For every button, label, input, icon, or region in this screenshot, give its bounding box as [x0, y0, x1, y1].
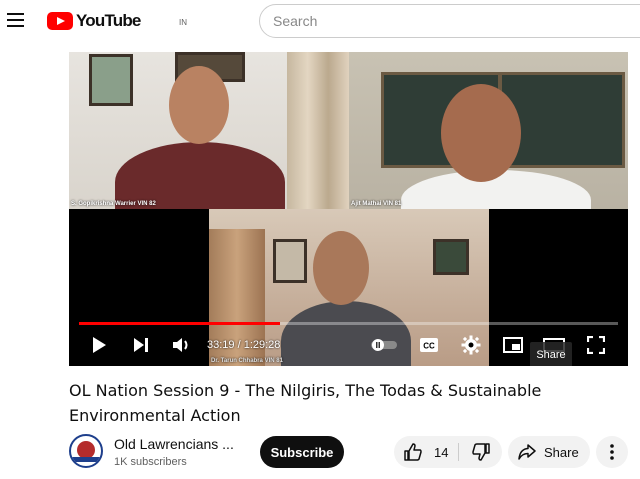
time-display: 33:19 / 1:29:28 — [207, 339, 280, 351]
share-label: Share — [544, 444, 579, 460]
avatar-band — [71, 457, 101, 462]
country-code: IN — [179, 18, 187, 27]
channel-name[interactable]: Old Lawrencians ... — [114, 436, 234, 452]
play-button[interactable] — [87, 334, 111, 356]
youtube-play-icon — [47, 12, 73, 30]
autoplay-toggle[interactable] — [369, 334, 399, 356]
participant-body — [115, 142, 285, 209]
youtube-logo[interactable]: YouTube IN — [47, 11, 187, 33]
participant-tile: S. Gopikrishna Warrier VIN 82 — [69, 52, 349, 209]
next-button[interactable] — [129, 334, 153, 356]
search-input[interactable]: Search — [259, 4, 640, 38]
share-button[interactable]: Share — [508, 436, 590, 468]
share-tooltip: Share — [530, 342, 572, 366]
autoplay-toggle-icon — [371, 339, 397, 351]
dislike-button[interactable] — [460, 436, 502, 468]
duration: 1:29:28 — [243, 339, 281, 351]
participant-caption: Ajit Mathai VIN 81 — [351, 201, 402, 207]
participant-head — [313, 231, 369, 305]
volume-button[interactable] — [170, 334, 194, 356]
more-vertical-icon — [610, 444, 614, 460]
wall-picture — [273, 239, 307, 283]
like-divider — [458, 443, 459, 461]
like-dislike-group: 14 — [394, 436, 502, 468]
time-separator: / — [234, 339, 244, 351]
more-actions-button[interactable] — [596, 436, 628, 468]
subscriber-count: 1K subscribers — [114, 456, 187, 468]
participant-caption: Dr. Tarun Chhabra VIN 81 — [211, 358, 283, 364]
participant-head — [169, 66, 229, 144]
video-title: OL Nation Session 9 - The Nilgiris, The … — [69, 381, 542, 425]
fullscreen-button[interactable] — [584, 334, 608, 356]
miniplayer-button[interactable] — [501, 334, 525, 356]
top-bar: YouTube IN Search — [0, 0, 640, 44]
current-time: 33:19 — [207, 339, 235, 351]
curtain — [287, 52, 349, 209]
settings-button[interactable] — [459, 334, 483, 356]
fullscreen-icon — [587, 336, 605, 354]
skip-next-icon — [134, 338, 148, 352]
progress-bar[interactable] — [79, 322, 618, 325]
progress-played — [79, 322, 280, 325]
play-icon — [93, 337, 106, 353]
participant-tile: Ajit Mathai VIN 81 — [349, 52, 628, 209]
subscribe-button[interactable]: Subscribe — [260, 436, 344, 468]
thumbs-up-icon — [404, 443, 422, 461]
thumbs-down-icon — [472, 443, 490, 461]
participant-head — [441, 84, 521, 182]
search-placeholder: Search — [273, 13, 318, 29]
wall-picture — [433, 239, 469, 275]
channel-avatar[interactable] — [69, 434, 103, 468]
share-icon — [518, 444, 536, 460]
video-player[interactable]: S. Gopikrishna Warrier VIN 82 Ajit Matha… — [69, 52, 628, 366]
participant-caption: S. Gopikrishna Warrier VIN 82 — [71, 201, 156, 207]
logo-text: YouTube — [76, 11, 141, 30]
hamburger-icon[interactable] — [7, 13, 25, 27]
volume-icon — [173, 338, 188, 352]
like-button[interactable]: 14 — [394, 436, 456, 468]
subtitles-icon: CC — [420, 338, 438, 352]
captions-button[interactable]: CC — [417, 334, 441, 356]
svg-text:CC: CC — [423, 342, 435, 351]
miniplayer-icon — [503, 337, 523, 353]
like-count: 14 — [434, 444, 449, 460]
gear-icon — [461, 335, 481, 355]
wall-picture — [89, 54, 133, 106]
